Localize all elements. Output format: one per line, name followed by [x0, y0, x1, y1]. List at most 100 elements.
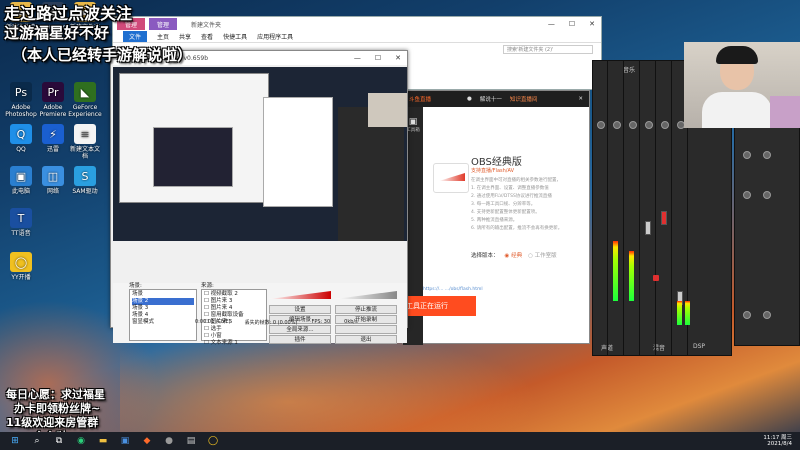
- plugins-button[interactable]: 插件: [269, 335, 331, 344]
- gain-knob[interactable]: [763, 311, 771, 319]
- broadcaster-taskbar-icon[interactable]: ●: [162, 434, 176, 448]
- desktop-volume-meter[interactable]: [335, 291, 397, 299]
- task-view-icon[interactable]: ⧉: [52, 434, 66, 448]
- mute-indicator[interactable]: [653, 275, 659, 281]
- sam-icon: S: [74, 166, 96, 186]
- obs-url-link[interactable]: https://... .../obs/flash.html: [423, 287, 483, 292]
- sources-label: 来源:: [201, 283, 214, 289]
- store-icon[interactable]: ▣: [118, 434, 132, 448]
- computer-icon: ▣: [10, 166, 32, 186]
- desktop-icon[interactable]: ⚡ 迅雷: [36, 124, 70, 153]
- source-item[interactable]: ☐ 选手: [204, 326, 264, 333]
- source-item[interactable]: ☐ 小窗: [204, 333, 264, 340]
- settings-button[interactable]: 设置: [269, 305, 331, 314]
- desktop-icon[interactable]: ◣ GeForce Experience: [68, 82, 102, 118]
- window-controls: — ☐ ✕: [354, 54, 407, 62]
- system-tray-clock[interactable]: 11:17 周三 2021/8/4: [763, 435, 800, 447]
- obs-username[interactable]: 解说十一: [480, 95, 502, 103]
- yy-taskbar-icon[interactable]: ◯: [206, 434, 220, 448]
- tt-voice-icon: T: [10, 208, 32, 228]
- context-tab-manage-2[interactable]: 管理: [149, 18, 178, 30]
- tool-running-button[interactable]: 工具正在运行: [400, 296, 476, 316]
- version-select: 选择版本： ◉ 经典 ○ 工作室版: [471, 251, 557, 259]
- explorer-search-input[interactable]: 搜索'新建文件夹 (2)': [503, 45, 593, 54]
- douyu-icon[interactable]: ◆: [140, 434, 154, 448]
- tab-home[interactable]: 主页: [157, 32, 169, 41]
- preview-nested-window-2: [153, 127, 233, 187]
- scene-item[interactable]: 场景 4: [132, 312, 194, 319]
- tab-app-tools[interactable]: 应用程序工具: [257, 32, 293, 41]
- desktop-icon[interactable]: Pr Adobe Premiere: [36, 82, 70, 118]
- premiere-icon: Pr: [42, 82, 64, 102]
- tab-share[interactable]: 共享: [179, 32, 191, 41]
- scene-item[interactable]: 场景: [132, 291, 194, 298]
- mic-volume-meter[interactable]: [269, 291, 331, 299]
- gain-knob[interactable]: [763, 151, 771, 159]
- version-select-label: 选择版本：: [471, 253, 499, 259]
- scenes-list[interactable]: 场景 场景 2 场景 3 场景 4 窗显模式: [129, 289, 197, 341]
- start-windows-icon[interactable]: ⊞: [8, 434, 22, 448]
- gain-knob[interactable]: [743, 191, 751, 199]
- audio-mixer-side-panel[interactable]: [734, 120, 800, 346]
- minimize-icon[interactable]: —: [548, 20, 555, 28]
- gain-knob[interactable]: [645, 121, 653, 129]
- scenes-label: 场景:: [129, 283, 142, 289]
- volume-fader[interactable]: [661, 211, 667, 225]
- tab-view[interactable]: 查看: [201, 32, 213, 41]
- desktop-icon-label: Adobe Photoshop: [5, 104, 37, 118]
- preview-nested-mixer: [338, 107, 404, 257]
- tab-file[interactable]: 文件: [123, 31, 148, 42]
- browser-icon[interactable]: ◉: [74, 434, 88, 448]
- close-icon[interactable]: ✕: [395, 54, 401, 62]
- overlay-text-mobile: （本人已经转手游解说啦）: [12, 46, 193, 64]
- obs-help-link[interactable]: 知识直播间: [510, 95, 538, 103]
- folder-icon[interactable]: ▬: [96, 434, 110, 448]
- option-label: 经典: [511, 253, 523, 259]
- sources-list[interactable]: ☐ 视频截取 2 ☐ 图片来 3 ☐ 图片来 4 ☐ 窗用截取设备 ☐ 图片来 5 ☐ 选…: [201, 289, 267, 346]
- desktop-icon[interactable]: S SAM驱动: [68, 166, 102, 195]
- maximize-icon[interactable]: ☐: [569, 20, 575, 28]
- volume-fader[interactable]: [645, 221, 651, 235]
- source-item[interactable]: ☐ 图片来 4: [204, 305, 264, 312]
- radio-classic[interactable]: ◉ 经典: [505, 251, 523, 259]
- obs-description-line: 6. 请所有的输出配置，推流不会再有换更新。: [471, 226, 563, 231]
- stop-stream-button[interactable]: 停止推流: [335, 305, 397, 314]
- obs-illustration: [433, 119, 473, 209]
- scene-item[interactable]: 场景 3: [132, 305, 194, 312]
- gain-knob[interactable]: [743, 151, 751, 159]
- gain-knob[interactable]: [613, 121, 621, 129]
- desktop-icon[interactable]: Ps Adobe Photoshop: [4, 82, 38, 118]
- source-item[interactable]: ☐ 视频截取 2: [204, 291, 264, 298]
- scene-item[interactable]: 窗显模式: [132, 319, 194, 326]
- gain-knob[interactable]: [763, 191, 771, 199]
- close-icon[interactable]: ✕: [589, 20, 595, 28]
- gain-knob[interactable]: [743, 311, 751, 319]
- search-icon[interactable]: ⌕: [30, 434, 44, 448]
- taskbar: ⊞ ⌕ ⧉ ◉ ▬ ▣ ◆ ● ▤ ◯ 11:17 周三 2021/8/4: [0, 432, 800, 450]
- user-avatar-icon[interactable]: ●: [467, 96, 472, 102]
- radio-studio[interactable]: ○ 工作室版: [528, 251, 557, 259]
- desktop-icon[interactable]: ◯ YY开播: [4, 252, 38, 281]
- desktop-icon[interactable]: ≡ 新建文本文档: [68, 124, 102, 160]
- maximize-icon[interactable]: ☐: [375, 54, 381, 62]
- desktop-icon[interactable]: T TT语音: [4, 208, 38, 237]
- gain-knob[interactable]: [661, 121, 669, 129]
- gain-knob[interactable]: [597, 121, 605, 129]
- preview-nested-obs: [263, 97, 333, 207]
- background-item: [770, 96, 800, 128]
- broadcaster-window[interactable]: Broadcaster Software v0.659b — ☐ ✕ 场景: 来…: [110, 50, 408, 346]
- desktop-icon[interactable]: ▣ 此电脑: [4, 166, 38, 195]
- desktop-icon[interactable]: ◫ 网络: [36, 166, 70, 195]
- yy-icon: ◯: [10, 252, 32, 272]
- streamer-hair: [716, 46, 758, 64]
- tab-quick-tools[interactable]: 快捷工具: [223, 32, 247, 41]
- exit-button[interactable]: 退出: [335, 335, 397, 344]
- media-icon[interactable]: ▤: [184, 434, 198, 448]
- source-item[interactable]: ☐ 文本来源 1: [204, 340, 264, 347]
- gain-knob[interactable]: [629, 121, 637, 129]
- scene-item[interactable]: 场景 2: [132, 298, 194, 305]
- source-item[interactable]: ☐ 图片来 3: [204, 298, 264, 305]
- desktop-icon[interactable]: Q QQ: [4, 124, 38, 153]
- close-icon[interactable]: ✕: [578, 96, 583, 102]
- minimize-icon[interactable]: —: [354, 54, 361, 62]
